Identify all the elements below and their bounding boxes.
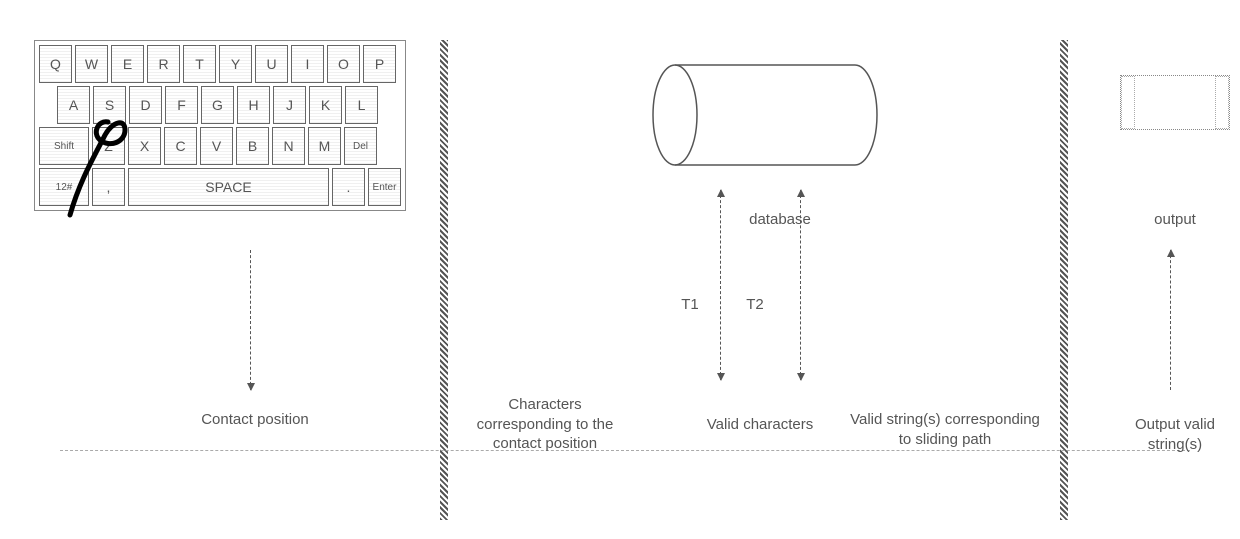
key-f[interactable]: F: [165, 86, 198, 124]
arrow-keyboard-down: [250, 250, 251, 390]
key-comma[interactable]: ,: [92, 168, 125, 206]
key-y[interactable]: Y: [219, 45, 252, 83]
separator-bar-2: [1060, 40, 1068, 520]
key-g[interactable]: G: [201, 86, 234, 124]
key-r[interactable]: R: [147, 45, 180, 83]
label-output: output: [1135, 210, 1215, 230]
key-q[interactable]: Q: [39, 45, 72, 83]
key-t[interactable]: T: [183, 45, 216, 83]
key-a[interactable]: A: [57, 86, 90, 124]
key-enter[interactable]: Enter: [368, 168, 401, 206]
key-i[interactable]: I: [291, 45, 324, 83]
key-e[interactable]: E: [111, 45, 144, 83]
label-output-valid: Output valid string(s): [1115, 415, 1235, 454]
key-l[interactable]: L: [345, 86, 378, 124]
key-u[interactable]: U: [255, 45, 288, 83]
key-k[interactable]: K: [309, 86, 342, 124]
separator-bar-1: [440, 40, 448, 520]
key-d[interactable]: D: [129, 86, 162, 124]
output-box: [1120, 75, 1230, 130]
key-h[interactable]: H: [237, 86, 270, 124]
label-contact-position: Contact position: [190, 410, 320, 430]
label-chars-corresponding: Characters corresponding to the contact …: [460, 395, 630, 454]
label-valid-characters: Valid characters: [700, 415, 820, 435]
label-database: database: [735, 210, 825, 230]
key-x[interactable]: X: [128, 127, 161, 165]
arrow-t1: [720, 190, 721, 380]
arrow-output-up: [1170, 250, 1171, 390]
key-w[interactable]: W: [75, 45, 108, 83]
key-b[interactable]: B: [236, 127, 269, 165]
label-t2: T2: [740, 295, 770, 315]
key-shift[interactable]: Shift: [39, 127, 89, 165]
key-s[interactable]: S: [93, 86, 126, 124]
key-space[interactable]: SPACE: [128, 168, 329, 206]
label-t1: T1: [675, 295, 705, 315]
key-m[interactable]: M: [308, 127, 341, 165]
key-dot[interactable]: .: [332, 168, 365, 206]
key-j[interactable]: J: [273, 86, 306, 124]
keyboard-row-3: Shift Z X C V B N M Del: [39, 127, 401, 165]
keyboard-row-4: 12# , SPACE . Enter: [39, 168, 401, 206]
label-valid-strings: Valid string(s) corresponding to sliding…: [850, 410, 1040, 449]
key-symbols[interactable]: 12#: [39, 168, 89, 206]
database-icon: [650, 60, 880, 170]
key-p[interactable]: P: [363, 45, 396, 83]
key-c[interactable]: C: [164, 127, 197, 165]
key-del[interactable]: Del: [344, 127, 377, 165]
keyboard: Q W E R T Y U I O P A S D F G H J K L Sh…: [34, 40, 406, 211]
keyboard-row-1: Q W E R T Y U I O P: [39, 45, 401, 83]
key-z[interactable]: Z: [92, 127, 125, 165]
key-v[interactable]: V: [200, 127, 233, 165]
key-o[interactable]: O: [327, 45, 360, 83]
key-n[interactable]: N: [272, 127, 305, 165]
keyboard-row-2: A S D F G H J K L: [39, 86, 401, 124]
